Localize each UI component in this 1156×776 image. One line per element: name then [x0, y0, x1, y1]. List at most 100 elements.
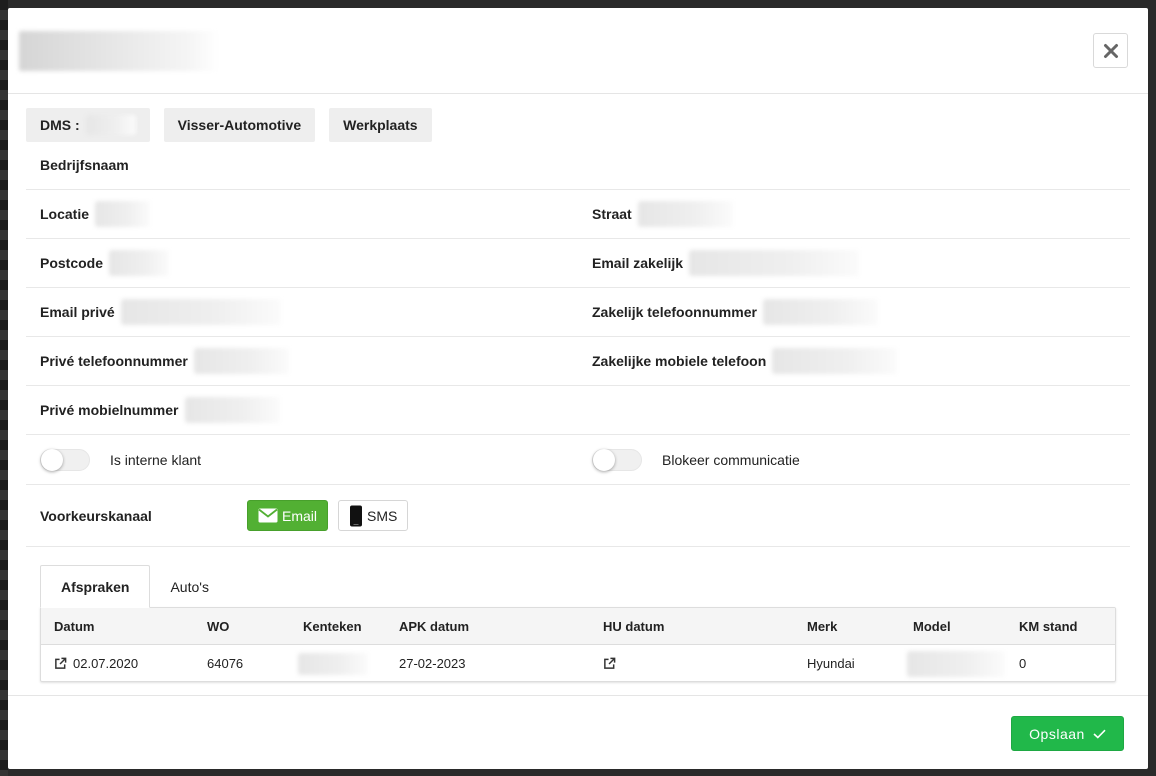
blurred-zakelijk-telefoon: [762, 299, 878, 325]
header-model[interactable]: Model: [913, 608, 951, 644]
blurred-prive-telefoon: [193, 348, 289, 374]
sms-channel-label: SMS: [367, 507, 398, 524]
email-prive-label: Email privé: [40, 304, 115, 320]
close-button[interactable]: [1093, 33, 1128, 68]
toggle-knob: [593, 448, 615, 471]
interne-klant-toggle[interactable]: [40, 448, 90, 471]
customer-form: Bedrijfsnaam Locatie Straat Postcode Ema…: [26, 141, 1130, 547]
save-label: Opslaan: [1029, 725, 1085, 742]
field-prive-telefoon: Privé telefoonnummer: [26, 337, 578, 385]
datum-value: 02.07.2020: [73, 656, 139, 671]
department-tag: Werkplaats: [329, 108, 432, 142]
field-straat: Straat: [578, 190, 1130, 238]
dms-tag: DMS :: [26, 108, 150, 142]
field-bedrijfsnaam: Bedrijfsnaam: [26, 141, 578, 189]
voorkeurskanaal-label: Voorkeurskanaal: [40, 507, 152, 524]
channel-buttons: Email SMS: [247, 485, 409, 546]
email-channel-label: Email: [282, 507, 318, 524]
department-label: Werkplaats: [343, 117, 418, 133]
afspraken-table: Datum WO Kenteken APK datum HU datum Mer…: [40, 607, 1116, 682]
customer-modal: DMS : Visser-Automotive Werkplaats Bedri…: [8, 8, 1148, 769]
tag-bar: DMS : Visser-Automotive Werkplaats: [26, 108, 432, 142]
blurred-zakelijk-mobiel: [772, 348, 898, 374]
header-kenteken[interactable]: Kenteken: [303, 608, 362, 644]
blokkeer-toggle[interactable]: [592, 448, 642, 471]
blokkeer-label: Blokeer communicatie: [662, 451, 800, 468]
blurred-email-zakelijk: [689, 250, 860, 276]
table-header-row: Datum WO Kenteken APK datum HU datum Mer…: [41, 608, 1115, 645]
field-zakelijk-mobiel: Zakelijke mobiele telefoon: [578, 337, 1130, 385]
row-postcode-email: Postcode Email zakelijk: [26, 239, 1130, 288]
blurred-prive-mobiel: [184, 397, 280, 423]
row-bedrijfsnaam: Bedrijfsnaam: [26, 141, 1130, 190]
cell-kenteken: [298, 645, 368, 681]
tab-autos[interactable]: Auto's: [150, 565, 228, 608]
header-merk[interactable]: Merk: [807, 608, 837, 644]
field-email-prive: Email privé: [26, 288, 578, 336]
header-apk-datum[interactable]: APK datum: [399, 608, 469, 644]
row-prive-telefoon-mobiel: Privé telefoonnummer Zakelijke mobiele t…: [26, 337, 1130, 386]
locatie-label: Locatie: [40, 206, 90, 222]
bedrijfsnaam-label: Bedrijfsnaam: [40, 157, 129, 173]
row-locatie-straat: Locatie Straat: [26, 190, 1130, 239]
blurred-kenteken: [298, 652, 368, 675]
external-link-icon[interactable]: [603, 657, 616, 670]
row-voorkeurskanaal: Voorkeurskanaal Email SMS: [26, 485, 1130, 547]
blurred-dms-value: [85, 115, 136, 135]
cell-km-stand: 0: [1019, 656, 1027, 671]
checkmark-icon: [1093, 729, 1106, 739]
row-email-prive-telefoon: Email privé Zakelijk telefoonnummer: [26, 288, 1130, 337]
postcode-label: Postcode: [40, 255, 104, 271]
field-prive-mobiel: Privé mobielnummer: [26, 386, 578, 434]
cell-hu-datum: [603, 645, 616, 681]
straat-label: Straat: [592, 206, 632, 222]
cell-wo: 64076: [207, 656, 244, 671]
zakelijk-telefoon-label: Zakelijk telefoonnummer: [592, 304, 757, 320]
prive-mobiel-label: Privé mobielnummer: [40, 402, 179, 418]
header-hu-datum[interactable]: HU datum: [603, 608, 664, 644]
blurred-straat: [637, 201, 733, 227]
row-prive-mobiel: Privé mobielnummer: [26, 386, 1130, 435]
blurred-model: [907, 650, 1005, 677]
row-toggles: Is interne klant Blokeer communicatie: [26, 435, 1130, 485]
blurred-locatie: [95, 201, 151, 227]
save-button[interactable]: Opslaan: [1011, 716, 1124, 751]
cell-apk-datum: 27-02-2023: [399, 656, 466, 671]
toggle-knob: [41, 448, 63, 471]
email-zakelijk-label: Email zakelijk: [592, 255, 684, 271]
voorkeurskanaal-field: Voorkeurskanaal: [40, 485, 152, 546]
tab-afspraken[interactable]: Afspraken: [40, 565, 151, 608]
mobile-phone-icon: [350, 505, 363, 526]
close-icon: [1103, 43, 1118, 58]
dms-label: DMS :: [40, 117, 80, 133]
sms-channel-button[interactable]: SMS: [338, 500, 409, 531]
envelope-icon: [258, 508, 278, 523]
blurred-email-prive: [120, 299, 281, 325]
company-tag: Visser-Automotive: [163, 108, 316, 142]
modal-header: [8, 8, 1148, 94]
field-zakelijk-telefoon: Zakelijk telefoonnummer: [578, 288, 1130, 336]
field-email-zakelijk: Email zakelijk: [578, 239, 1130, 287]
field-blokkeer: Blokeer communicatie: [578, 435, 1130, 484]
zakelijk-mobiel-label: Zakelijke mobiele telefoon: [592, 353, 767, 369]
tab-bar: Afspraken Auto's: [40, 565, 229, 608]
cell-model: [907, 645, 1005, 681]
interne-klant-label: Is interne klant: [110, 451, 202, 468]
header-km-stand[interactable]: KM stand: [1019, 608, 1078, 644]
table-row[interactable]: 02.07.2020 64076 27-02-2023 Hyundai 0: [41, 645, 1115, 681]
cell-datum: 02.07.2020: [54, 645, 139, 681]
external-link-icon[interactable]: [54, 657, 67, 670]
company-label: Visser-Automotive: [177, 117, 302, 133]
backdrop: [0, 0, 8, 776]
modal-footer: Opslaan: [8, 695, 1148, 769]
blurred-title: [19, 31, 219, 71]
header-wo[interactable]: WO: [207, 608, 229, 644]
header-datum[interactable]: Datum: [54, 608, 94, 644]
email-channel-button[interactable]: Email: [247, 500, 329, 531]
prive-telefoon-label: Privé telefoonnummer: [40, 353, 188, 369]
field-interne-klant: Is interne klant: [26, 435, 578, 484]
blurred-postcode: [109, 250, 170, 276]
field-postcode: Postcode: [26, 239, 578, 287]
field-locatie: Locatie: [26, 190, 578, 238]
cell-merk: Hyundai: [807, 656, 855, 671]
